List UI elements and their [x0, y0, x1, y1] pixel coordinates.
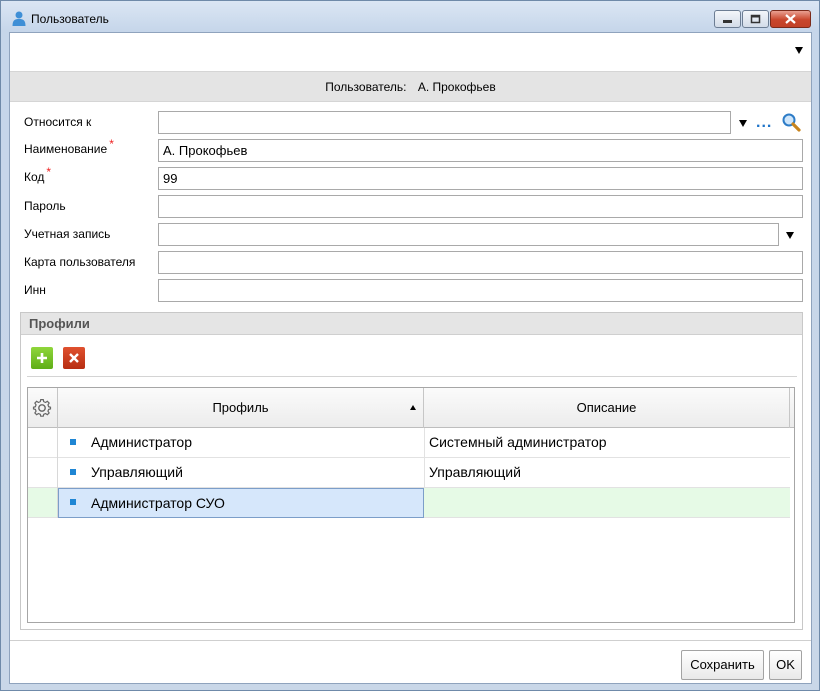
record-header-label: Пользователь: — [325, 80, 407, 94]
gear-icon — [32, 399, 52, 417]
profiles-title: Профили — [21, 313, 802, 335]
grid-header: Профиль Описание — [28, 388, 794, 428]
table-row[interactable]: Управляющий Управляющий — [28, 458, 790, 488]
profiles-panel: Профили Профиль Описание Администратор С… — [20, 312, 803, 630]
user-card-label: Карта пользователя — [24, 255, 136, 269]
profile-cell[interactable]: Администратор СУО — [58, 488, 424, 518]
row-selector[interactable] — [28, 458, 58, 488]
belongs-to-dropdown-arrow-icon[interactable] — [739, 120, 747, 127]
minimize-icon — [723, 20, 732, 23]
account-label: Учетная запись — [24, 227, 111, 241]
save-button[interactable]: Сохранить — [681, 650, 764, 680]
user-dialog-window: Пользователь Пользователь: А. Прокофьев … — [0, 0, 820, 691]
description-cell[interactable]: Управляющий — [424, 458, 790, 488]
column-header-description-label: Описание — [576, 400, 637, 415]
title-bar[interactable]: Пользователь — [1, 1, 819, 35]
ok-button[interactable]: OK — [769, 650, 802, 680]
code-label: Код * — [24, 165, 51, 184]
profile-name: Управляющий — [91, 464, 183, 480]
user-card-input[interactable] — [158, 251, 803, 274]
inn-input[interactable] — [158, 279, 803, 302]
maximize-button[interactable] — [742, 10, 769, 28]
row-bullet-icon — [70, 499, 76, 505]
column-header-profile-label: Профиль — [212, 400, 269, 415]
dialog-footer: Сохранить OK — [10, 640, 811, 683]
record-header-value: А. Прокофьев — [417, 80, 496, 94]
password-input[interactable] — [158, 195, 803, 218]
delete-profile-button[interactable] — [63, 347, 85, 369]
name-label-text: Наименование — [24, 142, 108, 156]
belongs-to-input[interactable] — [158, 111, 731, 134]
profile-cell[interactable]: Администратор — [58, 428, 424, 458]
inn-label: Инн — [24, 283, 46, 297]
profiles-toolbar-divider — [27, 376, 797, 377]
window-title: Пользователь — [31, 12, 109, 26]
code-label-text: Код — [24, 170, 45, 184]
account-dropdown-arrow-icon[interactable] — [786, 232, 794, 239]
row-selector[interactable] — [28, 488, 58, 518]
table-row[interactable]: Администратор СУО — [28, 488, 790, 518]
belongs-to-label: Относится к — [24, 115, 92, 129]
magnifier-icon[interactable] — [781, 112, 801, 132]
maximize-icon — [750, 14, 761, 24]
name-required-mark: * — [109, 137, 114, 151]
profile-name: Администратор СУО — [91, 495, 225, 511]
account-input[interactable] — [158, 223, 779, 246]
add-profile-button[interactable] — [31, 347, 53, 369]
table-row[interactable]: Администратор Системный администратор — [28, 428, 790, 458]
code-input[interactable]: 99 — [158, 167, 803, 190]
grid-settings-button[interactable] — [28, 388, 58, 428]
row-selector[interactable] — [28, 428, 58, 458]
password-label: Пароль — [24, 199, 66, 213]
sort-asc-icon — [410, 405, 416, 410]
top-toolbar — [10, 33, 811, 71]
profiles-grid: Профиль Описание Администратор Системный… — [27, 387, 795, 623]
column-header-profile[interactable]: Профиль — [58, 388, 424, 428]
row-bullet-icon — [70, 469, 76, 475]
toolbar-dropdown-arrow-icon[interactable] — [795, 47, 803, 54]
row-bullet-icon — [70, 439, 76, 445]
close-button[interactable] — [770, 10, 811, 28]
description-cell[interactable] — [424, 488, 790, 518]
browse-button[interactable]: ... — [756, 114, 772, 132]
code-required-mark: * — [46, 165, 52, 179]
record-header: Пользователь: А. Прокофьев — [10, 71, 811, 102]
user-icon — [12, 11, 26, 26]
name-label: Наименование * — [24, 137, 114, 156]
close-icon — [785, 14, 796, 24]
minimize-button[interactable] — [714, 10, 741, 28]
plus-icon — [37, 353, 47, 363]
dialog-body: Пользователь: А. Прокофьев Относится к .… — [9, 32, 812, 684]
profile-name: Администратор — [91, 434, 193, 450]
cross-icon — [69, 353, 79, 363]
description-cell[interactable]: Системный администратор — [424, 428, 790, 458]
name-input[interactable]: А. Прокофьев — [158, 139, 803, 162]
profile-cell[interactable]: Управляющий — [58, 458, 424, 488]
column-header-description[interactable]: Описание — [424, 388, 790, 428]
